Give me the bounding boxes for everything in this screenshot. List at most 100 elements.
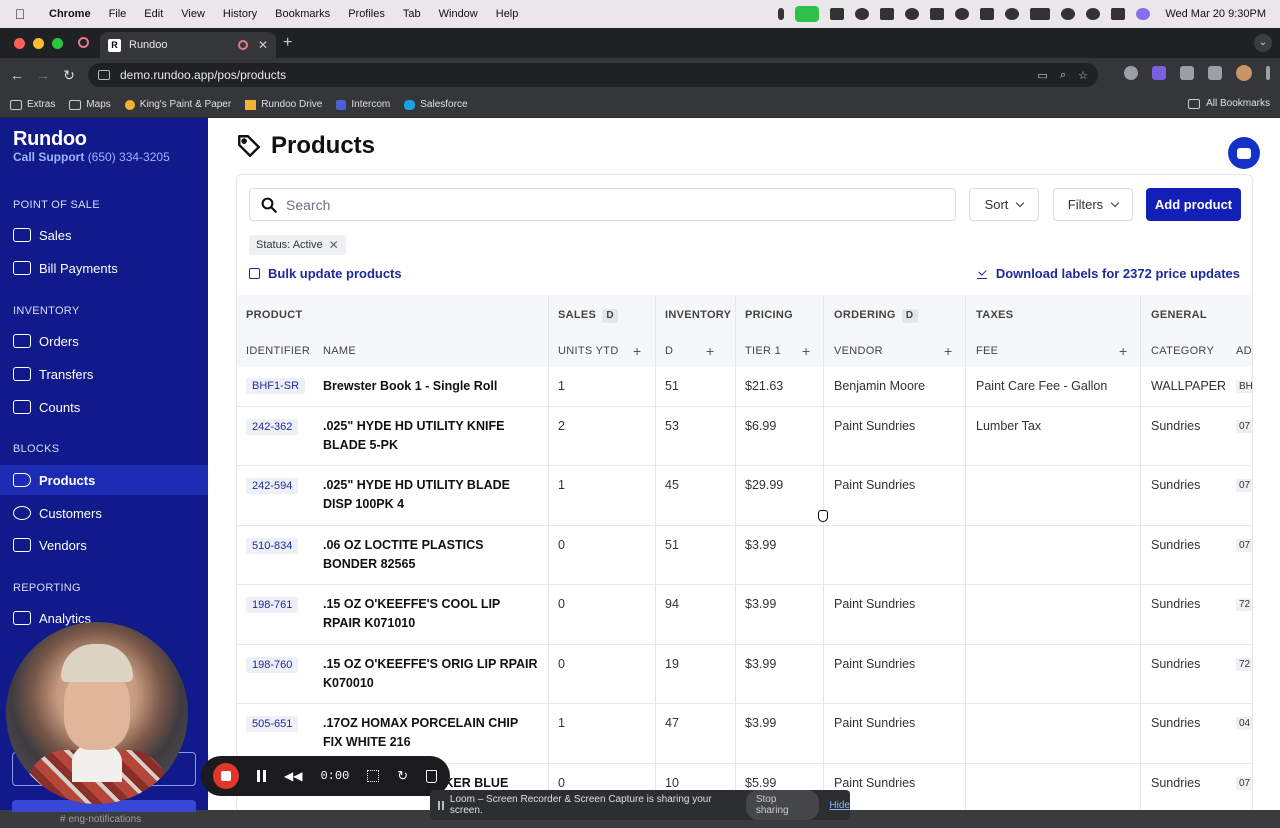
reload-icon[interactable]: ↻ <box>56 67 82 84</box>
drawing-tools-icon[interactable] <box>367 770 380 782</box>
col-tier-1[interactable]: TIER 1 <box>745 345 781 357</box>
col-vendor[interactable]: VENDOR <box>834 345 883 357</box>
wifi-icon[interactable] <box>1061 8 1076 20</box>
pause-icon[interactable] <box>257 770 266 782</box>
notion-icon[interactable] <box>880 8 895 20</box>
loom-camera-bubble[interactable] <box>6 622 188 804</box>
add-taxes-column-icon[interactable]: + <box>1119 343 1127 359</box>
product-identifier[interactable]: 510-834 <box>246 538 299 554</box>
bookmark-intercom[interactable]: Intercom <box>336 99 390 110</box>
col-name[interactable]: NAME <box>323 345 356 357</box>
stop-sharing-button[interactable]: Stop sharing <box>745 790 820 820</box>
sidebar-item-sales[interactable]: Sales <box>0 220 208 250</box>
apple-icon[interactable]:  <box>0 6 40 22</box>
controls-icon[interactable] <box>830 8 845 20</box>
product-name[interactable]: .15 OZ O'KEEFFE'S ORIG LIP RPAIR K070010 <box>323 655 539 693</box>
search-input[interactable] <box>286 196 886 213</box>
bookmark-extras[interactable]: Extras <box>10 99 55 110</box>
menu-bookmarks[interactable]: Bookmarks <box>266 8 339 20</box>
rewind-icon[interactable]: ◀◀ <box>284 769 302 783</box>
minimize-window-button[interactable] <box>33 38 44 49</box>
table-row[interactable]: 510-834 .06 OZ LOCTITE PLASTICS BONDER 8… <box>237 526 1252 585</box>
zoom-window-button[interactable] <box>52 38 63 49</box>
all-bookmarks[interactable]: All Bookmarks <box>1188 98 1270 109</box>
restart-icon[interactable]: ↻ <box>397 768 408 784</box>
download-labels-link[interactable]: Download labels for 2372 price updates <box>976 266 1240 281</box>
menubar-clock[interactable]: Wed Mar 20 9:30PM <box>1165 8 1266 20</box>
product-name[interactable]: Brewster Book 1 - Single Roll <box>323 377 539 396</box>
table-row[interactable]: 242-362 .025" HYDE HD UTILITY KNIFE BLAD… <box>237 407 1252 466</box>
extension-icon-1[interactable] <box>1124 66 1138 80</box>
ordering-d-badge[interactable]: D <box>901 309 918 323</box>
product-name[interactable]: .17OZ HOMAX PORCELAIN CHIP FIX WHITE 216 <box>323 714 539 752</box>
pen-tool-icon[interactable] <box>930 8 945 20</box>
sidebar-item-bill-payments[interactable]: Bill Payments <box>0 253 208 283</box>
forward-icon[interactable]: → <box>30 67 56 83</box>
play-icon[interactable] <box>1005 8 1020 20</box>
sales-d-badge[interactable]: D <box>602 309 619 323</box>
bookmark-star-icon[interactable]: ☆ <box>1078 69 1088 82</box>
col-add[interactable]: ADD <box>1236 345 1252 357</box>
sidebar-item-transfers[interactable]: Transfers <box>0 359 208 389</box>
filter-chip-status[interactable]: Status: Active ✕ <box>249 235 346 255</box>
sidebar-item-products[interactable]: Products <box>0 465 208 495</box>
product-identifier[interactable]: 198-761 <box>246 597 299 613</box>
car-icon[interactable] <box>980 8 995 20</box>
new-tab-icon[interactable]: + <box>283 34 292 52</box>
sidebar-item-customers[interactable]: Customers <box>0 498 208 528</box>
sidebar-item-vendors[interactable]: Vendors <box>0 530 208 560</box>
table-row[interactable]: 505-651 .17OZ HOMAX PORCELAIN CHIP FIX W… <box>237 704 1252 764</box>
spotlight-search-icon[interactable] <box>1086 8 1101 20</box>
grammarly-icon[interactable] <box>905 8 920 20</box>
product-name[interactable]: .025" HYDE HD UTILITY BLADE DISP 100PK 4 <box>323 476 539 514</box>
search-box[interactable] <box>249 188 956 221</box>
extension-icon-2[interactable] <box>1152 66 1166 80</box>
battery-icon[interactable] <box>1030 8 1051 20</box>
siri-icon[interactable] <box>1136 8 1151 20</box>
profile-avatar[interactable] <box>1236 65 1252 81</box>
product-identifier[interactable]: BHF1-SR <box>246 378 306 394</box>
site-info-icon[interactable] <box>98 70 110 80</box>
menu-view[interactable]: View <box>172 8 214 20</box>
filters-dropdown[interactable]: Filters <box>1053 188 1133 221</box>
address-bar[interactable]: demo.rundoo.app/pos/products ▭ ⌕ ☆ <box>88 63 1098 87</box>
zoom-icon[interactable]: ⌕ <box>1060 69 1066 82</box>
table-row[interactable]: 198-760 .15 OZ O'KEEFFE'S ORIG LIP RPAIR… <box>237 645 1252 704</box>
bookmark-rundoo-drive[interactable]: Rundoo Drive <box>245 99 322 110</box>
bookmark-maps[interactable]: Maps <box>69 99 111 110</box>
remove-filter-icon[interactable]: ✕ <box>329 238 339 252</box>
sort-dropdown[interactable]: Sort <box>969 188 1039 221</box>
chrome-menu-icon[interactable] <box>1266 66 1270 80</box>
back-icon[interactable]: ← <box>4 67 30 83</box>
add-ordering-column-icon[interactable]: + <box>944 343 952 359</box>
col-units-ytd[interactable]: UNITS YTD <box>558 345 619 357</box>
table-row[interactable]: 242-594 .025" HYDE HD UTILITY BLADE DISP… <box>237 466 1252 526</box>
trash-icon[interactable] <box>426 769 438 783</box>
bulk-update-link[interactable]: Bulk update products <box>249 266 402 281</box>
cast-icon[interactable]: ▭ <box>1038 69 1048 82</box>
col-identifier[interactable]: IDENTIFIER <box>246 345 310 357</box>
chat-support-button[interactable] <box>1228 137 1260 169</box>
browser-tab-rundoo[interactable]: R Rundoo ✕ <box>100 32 276 58</box>
product-identifier[interactable]: 242-362 <box>246 419 299 435</box>
add-inventory-column-icon[interactable]: + <box>706 343 714 359</box>
side-panel-icon[interactable] <box>1208 66 1222 80</box>
sidebar-item-counts[interactable]: Counts <box>0 392 208 422</box>
product-name[interactable]: .06 OZ LOCTITE PLASTICS BONDER 82565 <box>323 536 539 574</box>
close-window-button[interactable] <box>14 38 25 49</box>
extensions-puzzle-icon[interactable] <box>1180 66 1194 80</box>
product-name[interactable]: .025" HYDE HD UTILITY KNIFE BLADE 5-PK <box>323 417 539 455</box>
call-support[interactable]: Call Support (650) 334-3205 <box>13 150 170 164</box>
close-tab-icon[interactable]: ✕ <box>258 38 268 52</box>
col-fee[interactable]: FEE <box>976 345 998 357</box>
menu-help[interactable]: Help <box>487 8 528 20</box>
bookmark-kings-paint[interactable]: King's Paint & Paper <box>124 99 231 110</box>
bookmark-salesforce[interactable]: Salesforce <box>404 99 468 110</box>
product-identifier[interactable]: 242-594 <box>246 478 299 494</box>
facetime-icon[interactable] <box>795 6 820 22</box>
product-identifier[interactable]: 198-760 <box>246 657 299 673</box>
control-center-icon[interactable] <box>1111 8 1126 20</box>
tab-group-indicator-icon[interactable] <box>78 37 89 48</box>
table-row[interactable]: 198-761 .15 OZ O'KEEFFE'S COOL LIP RPAIR… <box>237 585 1252 645</box>
add-product-button[interactable]: Add product <box>1146 188 1241 221</box>
